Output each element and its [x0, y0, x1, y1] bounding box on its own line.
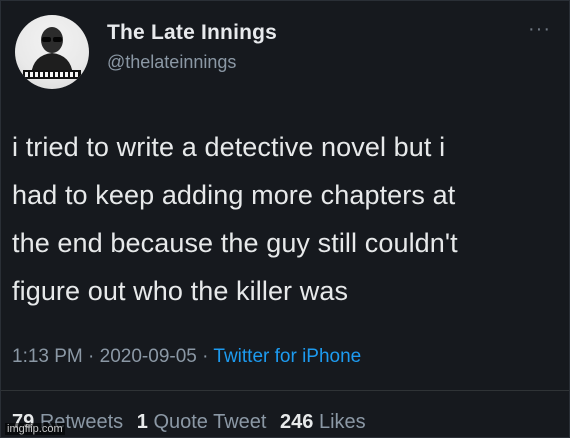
tweet-source-link[interactable]: Twitter for iPhone — [213, 346, 361, 367]
author-handle[interactable]: @thelateinnings — [107, 52, 236, 73]
avatar[interactable] — [15, 15, 89, 89]
quotes-stat[interactable]: 1 Quote Tweet — [137, 411, 267, 433]
tweet-text-line: i tried to write a detective novel but i — [12, 132, 446, 162]
meta-separator: · — [196, 346, 214, 367]
tweet-date[interactable]: 2020-09-05 — [100, 346, 197, 367]
tweet-text: i tried to write a detective novel but i… — [12, 123, 557, 315]
tweet-text-line: the end because the guy still couldn't — [12, 228, 458, 258]
profile-photo-icon — [23, 27, 81, 79]
divider — [1, 390, 569, 391]
tweet-time[interactable]: 1:13 PM — [12, 346, 83, 367]
tweet-stats: 79 Retweets 1 Quote Tweet 246 Likes — [12, 411, 366, 434]
more-options-icon[interactable]: ··· — [528, 19, 551, 39]
tweet-meta: 1:13 PM · 2020-09-05 · Twitter for iPhon… — [12, 346, 361, 368]
tweet-text-line: had to keep adding more chapters at — [12, 180, 456, 210]
author-display-name[interactable]: The Late Innings — [107, 21, 277, 45]
watermark: imgflip.com — [5, 423, 65, 435]
quotes-count: 1 — [136, 411, 148, 433]
likes-label: Likes — [318, 411, 366, 433]
likes-count: 246 — [280, 411, 314, 433]
likes-stat[interactable]: 246 Likes — [280, 411, 366, 433]
tweet-card: The Late Innings @thelateinnings ··· i t… — [0, 0, 570, 438]
meta-separator: · — [82, 346, 100, 367]
quotes-label: Quote Tweet — [153, 411, 267, 433]
tweet-text-line: figure out who the killer was — [12, 276, 349, 306]
